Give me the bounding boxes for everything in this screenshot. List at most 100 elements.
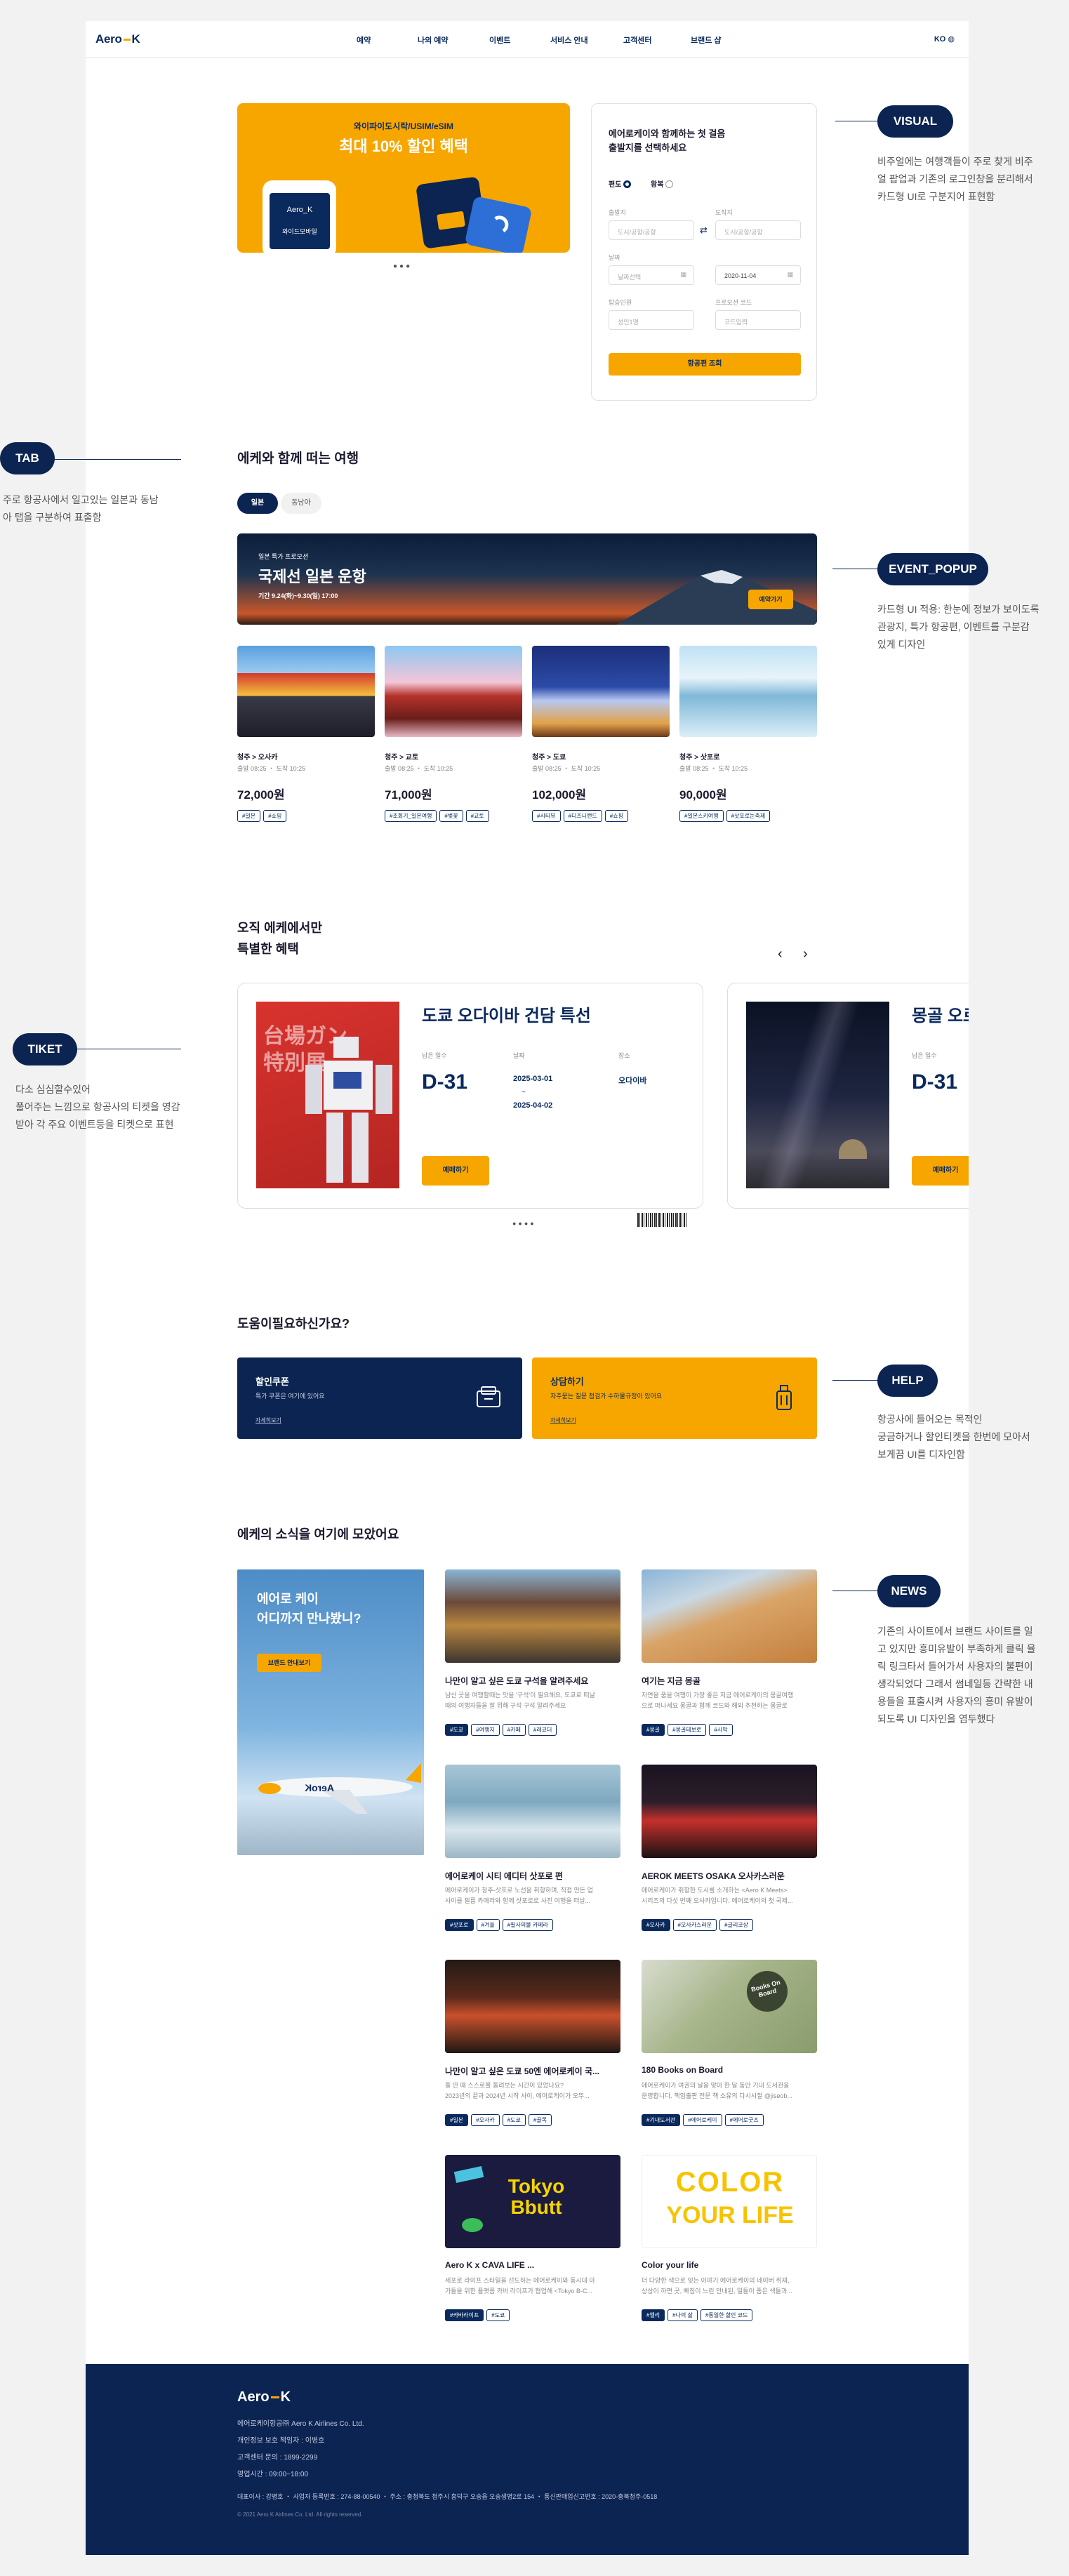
booking-title-line2: 출발지를 선택하세요 (609, 142, 687, 153)
date-field-depart[interactable]: 날짜선택 ▦ (609, 265, 694, 285)
ticket-poster-image (746, 1002, 889, 1188)
event-title: 국제선 일본 운항 (258, 568, 366, 585)
news-thumbnail[interactable]: COLOR YOUR LIFE (642, 2155, 817, 2248)
coupon-card[interactable]: 할인쿠폰 특가 쿠폰은 여기에 있어요 자세히보기 (237, 1357, 522, 1439)
annotation-text-ticket: 다소 심심할수있어 풀어주는 느낌으로 항공사의 티켓을 영감 받아 각 주요 이벤… (15, 1084, 180, 1130)
ticket-date-start: 2025-03-01 (513, 1075, 553, 1083)
nav-item-my-reservation[interactable]: 나의 예약 (418, 34, 449, 46)
news-thumbnail[interactable]: Tokyo Bbutt (445, 2155, 620, 2248)
news-title[interactable]: AEROK MEETS OSAKA 오사카스러운 (642, 1870, 817, 1882)
passenger-field[interactable]: 성인1명 (609, 310, 694, 330)
footer-logo[interactable]: Aero K (237, 2389, 291, 2405)
brand-promo-button[interactable]: 브랜드 안내보기 (257, 1654, 321, 1672)
consult-card[interactable]: 상담하기 자주묻는 질문 점검가 수하물규정이 있어요 자세히보기 (532, 1357, 817, 1439)
promo-field[interactable]: 코드입력 (715, 310, 801, 330)
coupon-icon (477, 1386, 500, 1407)
event-popup-banner[interactable]: 일본 특가 프로모션 국제선 일본 운항 기간 9.24(화)~9.30(일) … (237, 533, 817, 625)
news-desc: 둘 만 때 스스로를 돌려보는 시간이 있었나요? 2023년의 끝과 2024년… (445, 2082, 590, 2099)
brand-promo-line1: 에어로 케이 (257, 1592, 319, 1606)
brand-promo-card[interactable]: 에어로 케이 어디까지 만나봤니? 브랜드 안내보기 AeroK (237, 1569, 424, 1855)
nav-item-service-info[interactable]: 서비스 안내 (550, 34, 588, 46)
footer-copyright: © 2021 Aero K Airlines Co. Ltd. All righ… (237, 2511, 363, 2518)
robot-illustration (305, 1037, 392, 1183)
ticket-title: 몽골 오로 (912, 1007, 969, 1025)
coupon-link[interactable]: 자세히보기 (255, 1416, 281, 1424)
trip-card-time: 출발 08:25 ・ 도착 10:25 (679, 765, 748, 772)
trip-type-round[interactable]: 왕복 (651, 178, 674, 189)
language-selector[interactable]: KO ◍ (934, 34, 955, 44)
news-thumbnail[interactable] (642, 1569, 817, 1663)
trip-card-route: 청주 > 오사카 (237, 754, 278, 762)
ticket-book-button[interactable]: 예매하기 (422, 1156, 489, 1186)
news-title[interactable]: 나만이 알고 싶은 도쿄 구석을 알려주세요 (445, 1675, 620, 1687)
news-thumbnail[interactable] (445, 1960, 620, 2053)
nav-item-customer-center[interactable]: 고객센터 (623, 34, 651, 46)
news-thumbnail[interactable] (445, 1569, 620, 1663)
carousel-prev-icon[interactable]: ‹ (778, 946, 783, 962)
news-heading: 에케의 소식을 여기에 모았어요 (237, 1527, 399, 1541)
trip-card-time: 출발 08:25 ・ 도착 10:25 (385, 765, 453, 772)
trip-type-oneway[interactable]: 편도 (609, 178, 632, 189)
swap-icon[interactable]: ⇄ (700, 225, 708, 236)
brand-promo-line2: 어디까지 만나봤니? (257, 1612, 361, 1626)
tab-southeast-asia[interactable]: 동남아 (281, 493, 321, 514)
news-desc: 에어로케이가 청주-삿포로 노선을 취항하며, 직접 만든 업 사이를 필름 카메… (445, 1887, 593, 1904)
ticket-card[interactable]: 台場ガン 特別展 도쿄 오다이바 건담 특선 남은 일수 D-31 날짜 202… (237, 983, 703, 1209)
consult-link[interactable]: 자세히보기 (550, 1416, 576, 1424)
annotation-line (832, 1380, 877, 1381)
news-thumbnail[interactable] (445, 1765, 620, 1858)
ticket-date-label: 날짜 (513, 1052, 525, 1059)
annotation-label-event-popup: EVENT_POPUP (877, 553, 988, 585)
consult-title: 상담하기 (550, 1376, 584, 1387)
carousel-next-icon[interactable]: › (803, 946, 808, 962)
ticket-pagination[interactable]: ●●●● (512, 1220, 536, 1227)
news-thumbnail[interactable] (642, 1765, 817, 1858)
search-flights-button[interactable]: 항공편 조회 (609, 353, 801, 376)
ticket-days-label: 남은 일수 (912, 1052, 937, 1059)
ticket-card[interactable]: 몽골 오로 남은 일수 D-31 예매하기 (727, 983, 969, 1209)
news-desc: 남산 곳을 여행할때는 맛을 '구석'이 필요해요, 도쿄로 떠날 때의 여행자들… (445, 1692, 595, 1709)
trip-card-image-tokyo[interactable] (532, 646, 670, 737)
trip-card-tags: #일본 #쇼핑 (237, 809, 289, 822)
news-title[interactable]: Aero K x CAVA LIFE ... (445, 2260, 620, 2270)
nav-item-events[interactable]: 이벤트 (489, 34, 510, 46)
event-badge: 일본 특가 프로모션 (258, 553, 309, 560)
from-field[interactable]: 도시/공항/공항 (609, 220, 694, 240)
event-reserve-button[interactable]: 예약가기 (748, 590, 793, 609)
logo[interactable]: Aero K (95, 32, 140, 46)
phone-illustration: Aero_K 와이드모바일 (263, 180, 336, 253)
footer-privacy[interactable]: 개인정보 보호 책임자 : 이병호 (237, 2434, 324, 2445)
trip-card-image-sapporo[interactable] (679, 646, 817, 737)
books-badge: Books On Board (742, 1966, 792, 2017)
trip-card-image-osaka[interactable] (237, 646, 375, 737)
nav-item-reservation[interactable]: 예약 (357, 34, 371, 46)
news-desc: 세포로 라이프 스타일을 선도하는 에어로케이와 동시대 아 가들을 위한 플랫폼… (445, 2277, 595, 2295)
news-title[interactable]: 180 Books on Board (642, 2065, 817, 2075)
ticket-place: 오다이바 (618, 1077, 647, 1085)
annotation-line (55, 459, 181, 460)
trip-card-price: 72,000원 (237, 788, 285, 802)
date-field-return[interactable]: 2020-11-04 ▦ (715, 265, 801, 285)
tab-japan[interactable]: 일본 (237, 493, 278, 514)
ticket-book-button[interactable]: 예매하기 (912, 1156, 969, 1186)
banner-pagination[interactable]: ●●● (393, 263, 412, 270)
trip-card-route: 청주 > 도쿄 (532, 754, 566, 762)
special-heading-line1: 오직 에케에서만 (237, 921, 322, 935)
news-title[interactable]: Color your life (642, 2260, 817, 2270)
news-thumbnail[interactable]: Books On Board (642, 1960, 817, 2053)
annotation-text-help: 항공사에 들어오는 목적인 궁금하거나 할인티켓을 한번에 모아서 보게끔 UI를 … (877, 1414, 1030, 1460)
luggage-icon (776, 1385, 792, 1410)
news-title[interactable]: 나만이 알고 싶은 도쿄 50엔 에어로케이 국... (445, 2065, 620, 2077)
annotation-text-visual: 비주얼에는 여행객들이 주로 찾게 비주 얼 팝업과 기존의 로그인창을 분리해서… (877, 156, 1033, 202)
nav-item-brand-shop[interactable]: 브랜드 샵 (691, 34, 722, 46)
trip-card-image-kyoto[interactable] (385, 646, 522, 737)
news-title[interactable]: 에어로케이 시티 에디터 삿포로 편 (445, 1870, 620, 1882)
ticket-poster-image: 台場ガン 特別展 (256, 1002, 399, 1188)
promo-banner[interactable]: 와이파이도시락/USIM/eSIM 최대 10% 할인 혜택 Aero_K 와이… (237, 103, 570, 253)
special-heading-line2: 특별한 혜택 (237, 942, 299, 956)
globe-icon: ◍ (948, 35, 955, 44)
booking-title-line1: 에어로케이와 함께하는 첫 걸음 (609, 128, 726, 139)
news-title[interactable]: 여기는 지금 몽골 (642, 1675, 817, 1687)
to-field[interactable]: 도시/공항/공항 (715, 220, 801, 240)
news-desc: 에어로케이가 취항한 도시를 소개하는 <Aero K Meets> 시리즈의 다… (642, 1887, 793, 1904)
